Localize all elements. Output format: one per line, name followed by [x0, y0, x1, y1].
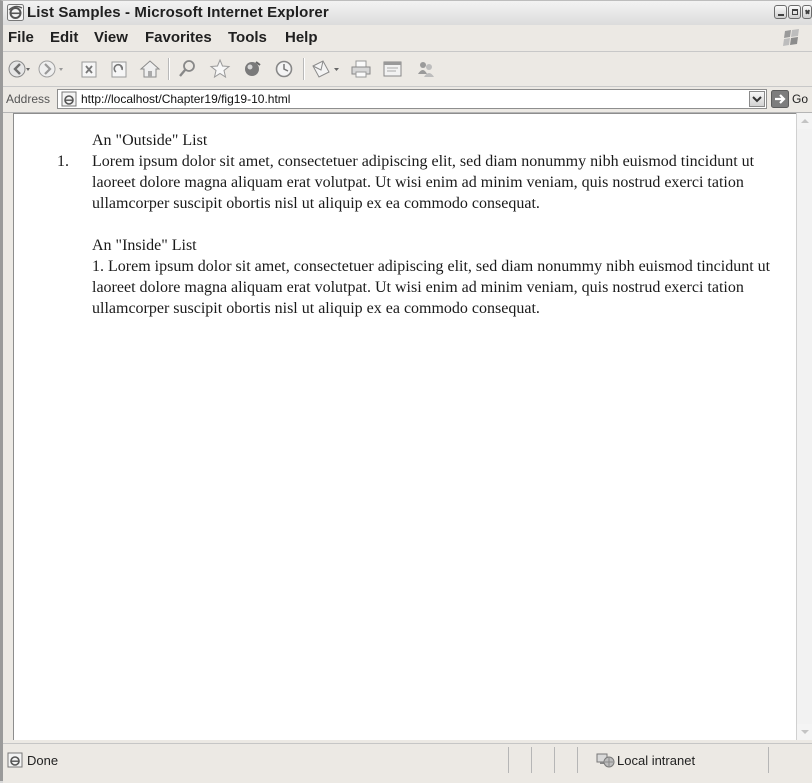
arrow-up-icon [801, 119, 809, 123]
status-panel [531, 747, 532, 773]
menu-help[interactable]: Help [285, 29, 318, 46]
page-viewport[interactable]: An "Outside" List 1. Lorem ipsum dolor s… [13, 113, 796, 740]
go-arrow-icon [771, 90, 789, 108]
status-bar: Done Local intranet [3, 743, 812, 783]
media-icon[interactable] [239, 56, 265, 82]
toolbar-separator [168, 58, 170, 80]
browser-window: List Samples - Microsoft Internet Explor… [0, 0, 812, 783]
go-label: Go [792, 92, 809, 106]
status-panel [577, 747, 578, 773]
title-bar: List Samples - Microsoft Internet Explor… [3, 1, 812, 26]
refresh-icon[interactable] [107, 56, 131, 82]
window-title: List Samples - Microsoft Internet Explor… [27, 4, 329, 21]
forward-icon[interactable] [37, 56, 69, 82]
minimize-button[interactable] [774, 5, 787, 19]
menu-file[interactable]: File [8, 29, 34, 46]
windows-logo-icon [783, 29, 799, 46]
menu-view[interactable]: View [94, 29, 128, 46]
favorites-icon[interactable] [207, 56, 233, 82]
page-icon [61, 91, 77, 107]
address-dropdown-button[interactable] [749, 91, 765, 107]
status-panel [554, 747, 555, 773]
menu-tools[interactable]: Tools [228, 29, 267, 46]
address-input[interactable]: http://localhost/Chapter19/fig19-10.html [57, 89, 767, 109]
go-button[interactable]: Go [771, 90, 811, 109]
toolbar-separator [303, 58, 305, 80]
toolbar [3, 52, 812, 87]
menu-edit[interactable]: Edit [50, 29, 78, 46]
menu-bar: File Edit View Favorites Tools Help [3, 25, 812, 52]
print-icon[interactable] [349, 56, 373, 82]
ie-logo-icon [7, 4, 24, 21]
scroll-down-button[interactable] [797, 724, 812, 740]
vertical-scrollbar[interactable] [796, 113, 812, 740]
address-bar: Address http://localhost/Chapter19/fig19… [3, 87, 812, 113]
menu-favorites[interactable]: Favorites [145, 29, 212, 46]
messenger-icon[interactable] [413, 56, 439, 82]
back-icon[interactable] [7, 56, 31, 82]
status-panel [768, 747, 769, 773]
status-text: Done [27, 753, 59, 768]
inside-list-item: 1. Lorem ipsum dolor sit amet, consectet… [92, 258, 771, 317]
scroll-up-button[interactable] [797, 113, 812, 129]
mail-icon[interactable] [309, 56, 343, 82]
search-icon[interactable] [175, 56, 201, 82]
outside-list-marker: 1. [57, 153, 69, 170]
home-icon[interactable] [137, 56, 163, 82]
stop-icon[interactable] [77, 56, 101, 82]
status-panel [508, 747, 509, 773]
address-url: http://localhost/Chapter19/fig19-10.html [81, 92, 291, 106]
arrow-down-icon [801, 730, 809, 734]
history-icon[interactable] [271, 56, 297, 82]
page-status-icon [7, 752, 23, 768]
outside-list-heading: An "Outside" List [92, 132, 208, 149]
local-intranet-icon [596, 753, 615, 768]
close-button[interactable] [802, 5, 812, 19]
inside-list-heading: An "Inside" List [92, 237, 197, 254]
maximize-button[interactable] [788, 5, 801, 19]
security-zone-label: Local intranet [617, 753, 696, 768]
address-label: Address [6, 92, 51, 106]
outside-list-item: Lorem ipsum dolor sit amet, consectetuer… [92, 153, 755, 212]
chevron-down-icon [752, 96, 762, 103]
edit-icon[interactable] [380, 56, 406, 82]
